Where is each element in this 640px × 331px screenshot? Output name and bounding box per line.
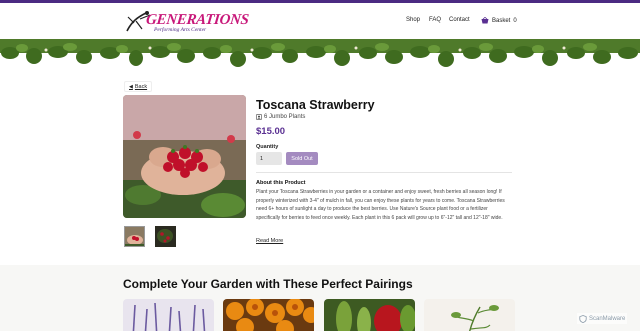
back-link[interactable]: ◀ Back (124, 81, 153, 92)
logo-tagline: Performing Arts Center (154, 27, 207, 33)
divider (256, 172, 512, 173)
quantity-input[interactable] (256, 152, 282, 165)
product-price: $15.00 (256, 126, 286, 137)
nav-shop-link[interactable]: Shop (406, 17, 420, 23)
foliage-banner (0, 39, 640, 69)
scan-badge-label: ScanMalware (589, 315, 626, 322)
scan-badge: ScanMalware (577, 313, 628, 324)
nav-contact-link[interactable]: Contact (449, 17, 470, 23)
pairing-card[interactable] (223, 299, 314, 331)
nav-faq-link[interactable]: FAQ (429, 17, 441, 23)
shield-icon (579, 314, 587, 323)
site-logo[interactable]: GENERATIONS Performing Arts Center (124, 9, 249, 37)
about-text: Plant your Toscana Strawberries in your … (256, 189, 505, 221)
sold-out-button[interactable]: Sold Out (286, 152, 318, 165)
plant-pot-icon (256, 114, 262, 120)
nav-basket-link[interactable]: Basket 0 (481, 17, 517, 24)
product-title: Toscana Strawberry (256, 98, 375, 112)
logo-wordmark: GENERATIONS (145, 12, 250, 28)
quantity-label: Quantity (256, 144, 279, 150)
back-label: Back (134, 83, 148, 90)
plant-count: 6 Jumbo Plants (256, 114, 305, 120)
product-thumbnail[interactable] (155, 226, 176, 247)
product-section: ◀ Back Toscana Strawberry 6 Jumbo Plants… (0, 69, 640, 265)
about-heading: About this Product (256, 180, 306, 186)
caret-left-icon: ◀ (129, 83, 133, 90)
pairing-card[interactable] (123, 299, 214, 331)
basket-count: 0 (513, 17, 517, 24)
site-header: GENERATIONS Performing Arts Center Shop … (0, 3, 640, 39)
product-image[interactable] (123, 95, 246, 218)
pairing-card[interactable] (424, 299, 515, 331)
plant-count-label: 6 Jumbo Plants (264, 114, 306, 120)
basket-icon (481, 17, 489, 24)
product-thumbnail[interactable] (124, 226, 145, 247)
pairing-card[interactable] (324, 299, 415, 331)
read-more-link[interactable]: Read More (256, 238, 283, 244)
basket-label: Basket (492, 17, 511, 24)
pairings-section: Complete Your Garden with These Perfect … (0, 265, 640, 331)
pairings-title: Complete Your Garden with These Perfect … (123, 277, 413, 291)
